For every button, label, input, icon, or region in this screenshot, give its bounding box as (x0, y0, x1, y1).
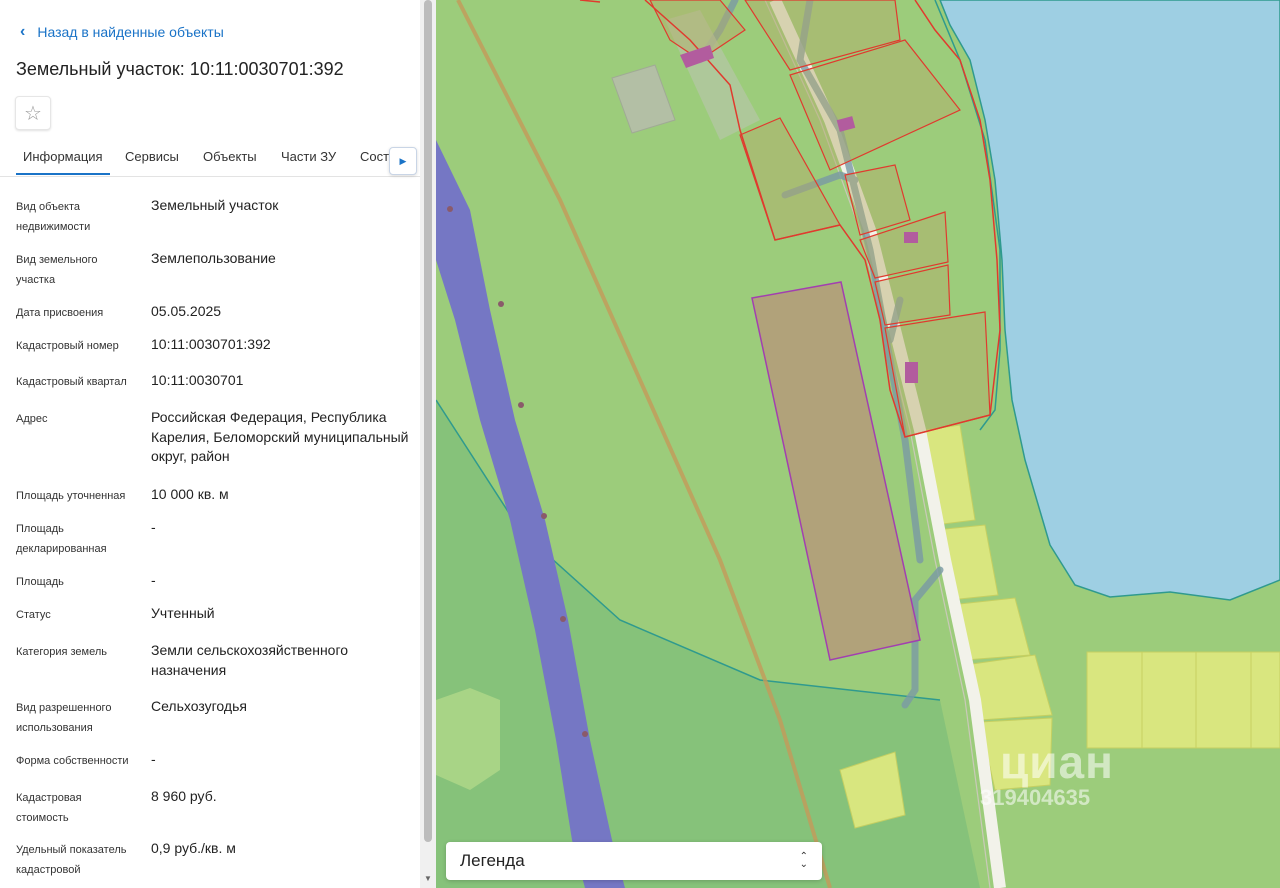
tab-parcel-parts[interactable]: Части ЗУ (281, 140, 336, 175)
updown-chevron-icon: ⌃ ⌄ (799, 851, 808, 870)
tab-bar: Информация Сервисы Объекты Части ЗУ Сост… (0, 140, 420, 177)
prop-value: - (151, 572, 156, 588)
chevron-left-icon: ‹ (20, 23, 26, 40)
tabs-scroll-right-button[interactable]: ▶ (389, 147, 417, 175)
prop-value: - (151, 751, 156, 767)
star-outline-icon: ☆ (24, 102, 42, 125)
prop-value: 10:11:0030701:392 (151, 336, 271, 352)
prop-value: 10:11:0030701 (151, 372, 244, 388)
prop-label: Вид разрешенного использования (16, 702, 112, 734)
prop-value: Земли сельскохозяйственного назначения (151, 642, 349, 678)
back-link[interactable]: ‹ Назад в найденные объекты (20, 22, 224, 42)
prop-value: 05.05.2025 (151, 303, 222, 319)
prop-label: Удельный показатель кадастровой (16, 844, 127, 876)
prop-label: Форма собственности (16, 755, 129, 767)
legend-dropdown[interactable]: Легенда ⌃ ⌄ (446, 842, 822, 880)
page-title: Земельный участок: 10:11:0030701:392 (16, 59, 344, 79)
tab-information[interactable]: Информация (16, 140, 110, 175)
prop-label: Категория земель (16, 646, 107, 658)
prop-label: Площадь (16, 576, 64, 588)
prop-value: Учтенный (151, 605, 215, 621)
prop-value: Сельхозугодья (151, 698, 247, 714)
pale-zone (436, 688, 500, 790)
cadastral-map[interactable] (436, 0, 1280, 888)
tab-objects[interactable]: Объекты (203, 140, 257, 175)
prop-label: Дата присвоения (16, 307, 104, 319)
tab-services[interactable]: Сервисы (125, 140, 179, 175)
prop-value: 0,9 руб./кв. м (151, 840, 236, 856)
prop-label: Кадастровая стоимость (16, 792, 82, 824)
caret-right-icon: ▶ (399, 155, 407, 166)
prop-label: Вид объекта недвижимости (16, 201, 91, 233)
prop-label: Кадастровый квартал (16, 376, 127, 388)
prop-label: Кадастровый номер (16, 340, 119, 352)
prop-value: Земельный участок (151, 197, 279, 213)
scroll-down-arrow-icon[interactable]: ▼ (421, 872, 435, 886)
prop-value: - (151, 519, 156, 535)
info-panel: ‹ Назад в найденные объекты Земельный уч… (0, 0, 420, 888)
prop-value: Российская Федерация, Республика Карелия… (151, 409, 409, 464)
prop-label: Площадь уточненная (16, 490, 126, 502)
scrollbar-thumb[interactable] (424, 0, 432, 842)
back-link-label: Назад в найденные объекты (37, 24, 224, 40)
prop-label: Площадь декларированная (16, 523, 107, 555)
legend-label: Легенда (460, 851, 525, 870)
prop-value: Землепользование (151, 250, 276, 266)
prop-label: Статус (16, 609, 51, 621)
prop-value: 8 960 руб. (151, 788, 217, 804)
prop-value: 10 000 кв. м (151, 486, 229, 502)
prop-label: Вид земельного участка (16, 254, 98, 286)
prop-label: Адрес (16, 413, 48, 425)
favorite-button[interactable]: ☆ (15, 96, 51, 130)
